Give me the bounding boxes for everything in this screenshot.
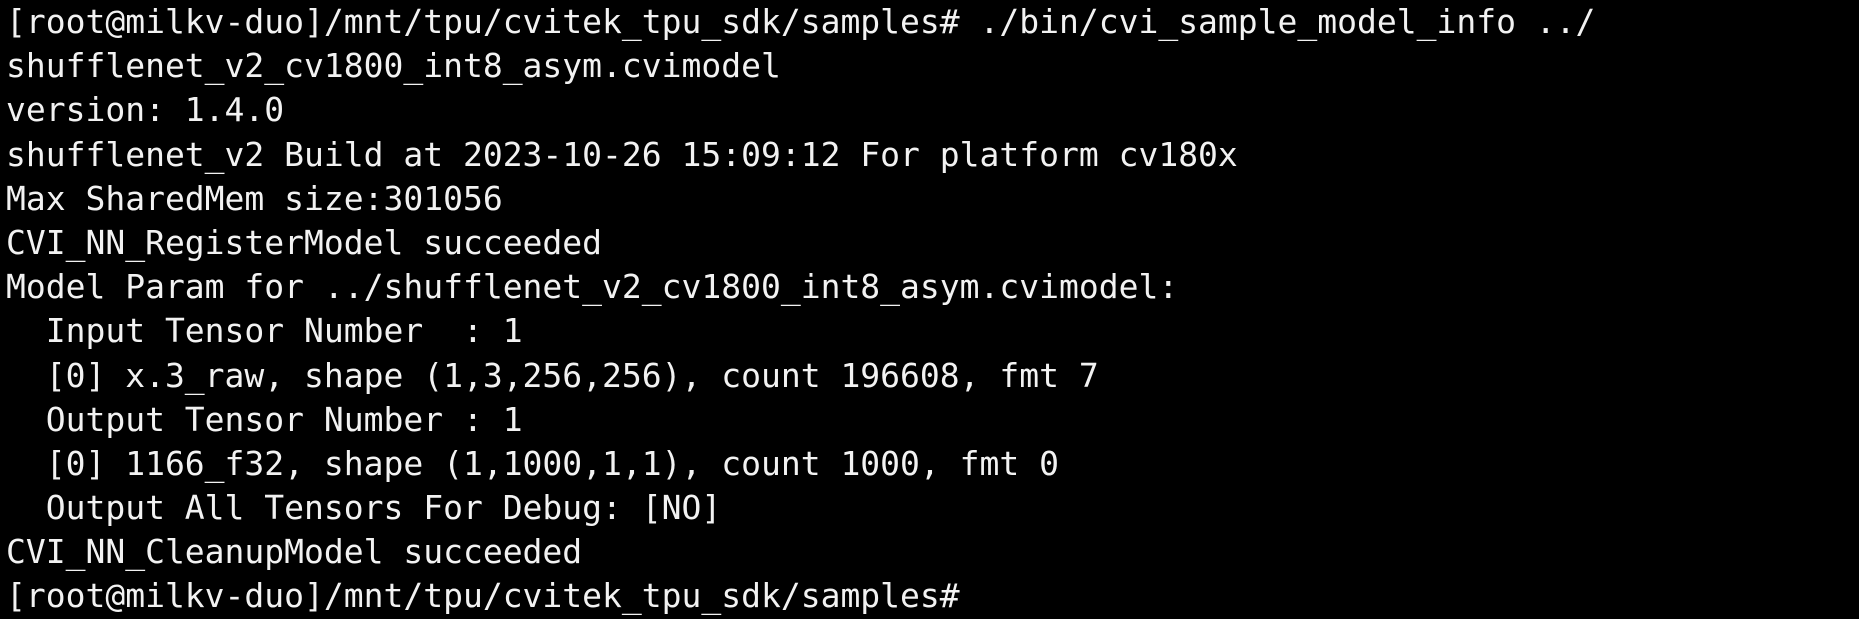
output-output-tensor-0: [0] 1166_f32, shape (1,1000,1,1), count …: [6, 443, 1059, 483]
output-build-info: shufflenet_v2 Build at 2023-10-26 15:09:…: [6, 134, 1238, 174]
output-model-param-header: Model Param for ../shufflenet_v2_cv1800_…: [6, 267, 1179, 307]
output-debug-flag: Output All Tensors For Debug: [NO]: [6, 488, 722, 528]
output-cleanup-model: CVI_NN_CleanupModel succeeded: [6, 532, 583, 572]
output-shared-mem: Max SharedMem size:301056: [6, 178, 503, 218]
command-line-continuation: shufflenet_v2_cv1800_int8_asym.cvimodel: [6, 46, 781, 86]
output-version: version: 1.4.0: [6, 90, 285, 130]
command-line: [root@milkv-duo]/mnt/tpu/cvitek_tpu_sdk/…: [6, 2, 1596, 41]
output-output-tensor-number: Output Tensor Number : 1: [6, 399, 523, 439]
output-input-tensor-number: Input Tensor Number : 1: [6, 311, 523, 351]
terminal-window[interactable]: [root@milkv-duo]/mnt/tpu/cvitek_tpu_sdk/…: [0, 0, 1859, 616]
output-register-model: CVI_NN_RegisterModel succeeded: [6, 222, 603, 262]
output-input-tensor-0: [0] x.3_raw, shape (1,3,256,256), count …: [6, 355, 1099, 395]
shell-prompt[interactable]: [root@milkv-duo]/mnt/tpu/cvitek_tpu_sdk/…: [6, 574, 1859, 618]
